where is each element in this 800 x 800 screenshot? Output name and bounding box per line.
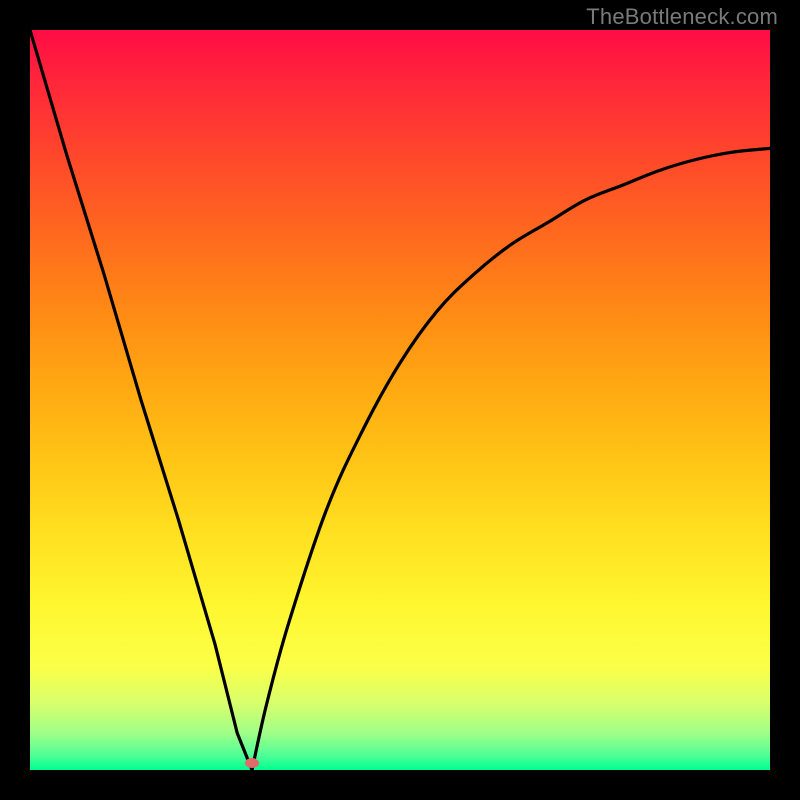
watermark-text: TheBottleneck.com bbox=[586, 4, 778, 30]
chart-frame: TheBottleneck.com bbox=[0, 0, 800, 800]
plot-area bbox=[30, 30, 770, 770]
bottleneck-curve bbox=[30, 30, 770, 770]
curve-path bbox=[30, 30, 770, 770]
optimum-marker bbox=[245, 758, 259, 768]
